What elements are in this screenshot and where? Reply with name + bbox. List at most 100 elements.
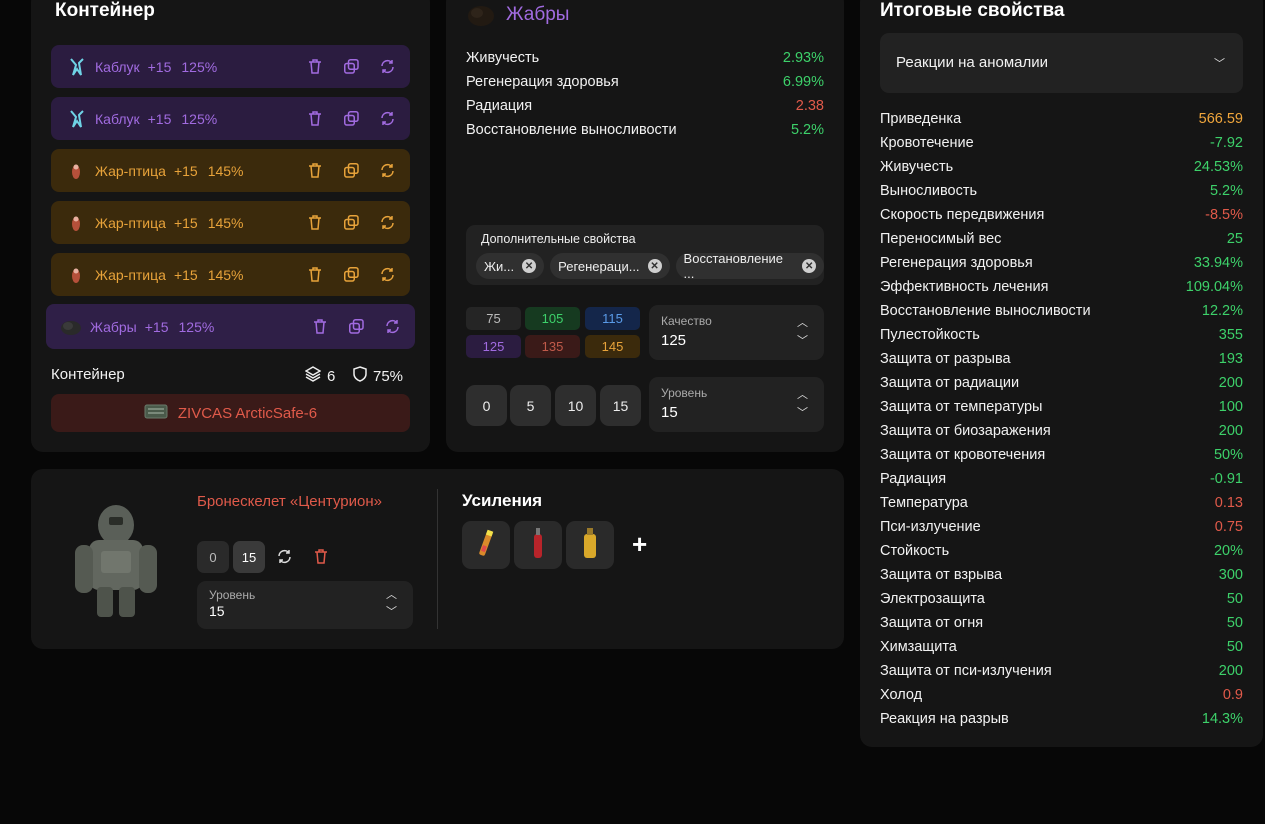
artifact-firebird-icon bbox=[65, 264, 87, 286]
container-item[interactable]: Жар-птица +15 145% bbox=[51, 253, 410, 296]
trash-icon[interactable] bbox=[306, 266, 324, 284]
armor-image bbox=[71, 495, 161, 621]
chevron-down-icon[interactable]: ﹀ bbox=[797, 335, 808, 347]
refresh-icon[interactable] bbox=[378, 214, 396, 232]
container-item[interactable]: Жар-птица +15 145% bbox=[51, 149, 410, 192]
armor-level-button[interactable]: 15 bbox=[233, 541, 265, 573]
refresh-icon[interactable] bbox=[378, 162, 396, 180]
quality-button[interactable]: 75 bbox=[466, 307, 521, 330]
artifact-gills-icon bbox=[60, 316, 82, 338]
total-stat-name: Выносливость bbox=[880, 183, 978, 199]
stat-name: Живучесть bbox=[466, 50, 540, 66]
container-item[interactable]: Каблук +15 125% bbox=[51, 97, 410, 140]
refresh-icon[interactable] bbox=[378, 110, 396, 128]
copy-icon[interactable] bbox=[342, 110, 360, 128]
total-stat-name: Холод bbox=[880, 687, 923, 703]
total-stat-row: Защита от кровотечения 50% bbox=[880, 443, 1243, 467]
quality-stepper[interactable]: Качество 125 ︿ ﹀ bbox=[649, 305, 824, 360]
refresh-icon[interactable] bbox=[277, 549, 293, 565]
total-stat-value: 0.75 bbox=[1214, 519, 1243, 535]
quality-button[interactable]: 135 bbox=[525, 335, 580, 358]
stat-value: 5.2% bbox=[790, 122, 824, 138]
total-stat-name: Защита от взрыва bbox=[880, 567, 1003, 583]
refresh-icon[interactable] bbox=[378, 266, 396, 284]
total-stat-value: 33.94% bbox=[1193, 255, 1243, 271]
stat-name: Радиация bbox=[466, 98, 533, 114]
total-stat-row: Защита от разрыва 193 bbox=[880, 347, 1243, 371]
total-stat-value: 20% bbox=[1213, 543, 1243, 559]
total-stat-row: Стойкость 20% bbox=[880, 539, 1243, 563]
stat-row: Регенерация здоровья 6.99% bbox=[466, 70, 824, 94]
property-chip[interactable]: Восстановление ... ✕ bbox=[675, 251, 824, 281]
armor-level-stepper[interactable]: Уровень 15 ︿ ﹀ bbox=[197, 581, 413, 629]
container-item-selected[interactable]: Жабры +15 125% bbox=[46, 304, 415, 349]
chevron-down-icon[interactable]: ﹀ bbox=[797, 407, 808, 419]
stat-row: Радиация 2.38 bbox=[466, 94, 824, 118]
quality-button[interactable]: 125 bbox=[466, 335, 521, 358]
trash-icon[interactable] bbox=[306, 162, 324, 180]
trash-icon[interactable] bbox=[306, 214, 324, 232]
boost-slot[interactable] bbox=[514, 521, 562, 569]
category-dropdown[interactable]: Реакции на аномалии ﹀ bbox=[880, 33, 1243, 93]
boost-slot[interactable] bbox=[462, 521, 510, 569]
level-button[interactable]: 15 bbox=[600, 385, 641, 426]
total-stat-row: Переносимый вес 25 bbox=[880, 227, 1243, 251]
total-stat-row: Защита от огня 50 bbox=[880, 611, 1243, 635]
copy-icon[interactable] bbox=[342, 58, 360, 76]
armor-name: Бронескелет «Центурион» bbox=[197, 493, 382, 510]
level-button[interactable]: 10 bbox=[555, 385, 596, 426]
total-stat-value: 50 bbox=[1226, 615, 1243, 631]
item-name: Каблук bbox=[95, 58, 140, 75]
copy-icon[interactable] bbox=[342, 214, 360, 232]
copy-icon[interactable] bbox=[342, 266, 360, 284]
quality-button[interactable]: 145 bbox=[585, 335, 640, 358]
level-button[interactable]: 5 bbox=[510, 385, 551, 426]
refresh-icon[interactable] bbox=[383, 318, 401, 336]
container-item[interactable]: Жар-птица +15 145% bbox=[51, 201, 410, 244]
total-stat-name: Радиация bbox=[880, 471, 947, 487]
boost-slot[interactable] bbox=[566, 521, 614, 569]
total-stat-row: Защита от пси-излучения 200 bbox=[880, 659, 1243, 683]
quality-button[interactable]: 105 bbox=[525, 307, 580, 330]
chevron-down-icon: ﹀ bbox=[1214, 58, 1225, 70]
refresh-icon[interactable] bbox=[378, 58, 396, 76]
level-value: 15 bbox=[661, 404, 678, 421]
container-footer-label: Контейнер bbox=[51, 366, 125, 383]
copy-icon[interactable] bbox=[342, 162, 360, 180]
level-button[interactable]: 0 bbox=[466, 385, 507, 426]
trash-icon[interactable] bbox=[311, 318, 329, 336]
container-item[interactable]: Каблук +15 125% bbox=[51, 45, 410, 88]
total-stat-row: Кровотечение -7.92 bbox=[880, 131, 1243, 155]
stat-name: Регенерация здоровья bbox=[466, 74, 619, 90]
item-name: Жабры bbox=[90, 318, 137, 335]
container-select-button[interactable]: ZIVCAS ArcticSafe-6 bbox=[51, 394, 410, 432]
property-chip[interactable]: Жи... ✕ bbox=[476, 253, 545, 279]
total-stat-row: Защита от взрыва 300 bbox=[880, 563, 1243, 587]
trash-icon[interactable] bbox=[306, 110, 324, 128]
total-stat-value: 0.9 bbox=[1222, 687, 1243, 703]
total-stat-row: Восстановление выносливости 12.2% bbox=[880, 299, 1243, 323]
total-stat-value: 355 bbox=[1218, 327, 1243, 343]
close-icon[interactable]: ✕ bbox=[802, 259, 816, 273]
copy-icon[interactable] bbox=[347, 318, 365, 336]
close-icon[interactable]: ✕ bbox=[647, 259, 662, 273]
totals-title: Итоговые свойства bbox=[880, 0, 1065, 21]
container-panel-title: Контейнер bbox=[55, 0, 155, 21]
chevron-up-icon[interactable]: ︿ bbox=[797, 389, 808, 401]
close-icon[interactable]: ✕ bbox=[522, 259, 537, 273]
trash-icon[interactable] bbox=[314, 549, 330, 565]
protection-value: 75% bbox=[373, 367, 404, 385]
total-stat-value: 50 bbox=[1226, 591, 1243, 607]
slots-counter: 6 bbox=[304, 366, 335, 386]
add-boost-button[interactable]: + bbox=[632, 529, 647, 560]
chevron-up-icon[interactable]: ︿ bbox=[386, 589, 397, 601]
armor-level-button[interactable]: 0 bbox=[197, 541, 229, 573]
quality-button[interactable]: 115 bbox=[585, 307, 640, 330]
property-chip[interactable]: Регенераци... ✕ bbox=[550, 253, 670, 279]
chevron-down-icon[interactable]: ﹀ bbox=[386, 606, 397, 618]
artifact-stats: Живучесть 2.93% Регенерация здоровья 6.99%… bbox=[466, 46, 824, 142]
trash-icon[interactable] bbox=[306, 58, 324, 76]
total-stat-value: 300 bbox=[1218, 567, 1243, 583]
chevron-up-icon[interactable]: ︿ bbox=[797, 317, 808, 329]
level-stepper[interactable]: Уровень 15 ︿ ﹀ bbox=[649, 377, 824, 432]
